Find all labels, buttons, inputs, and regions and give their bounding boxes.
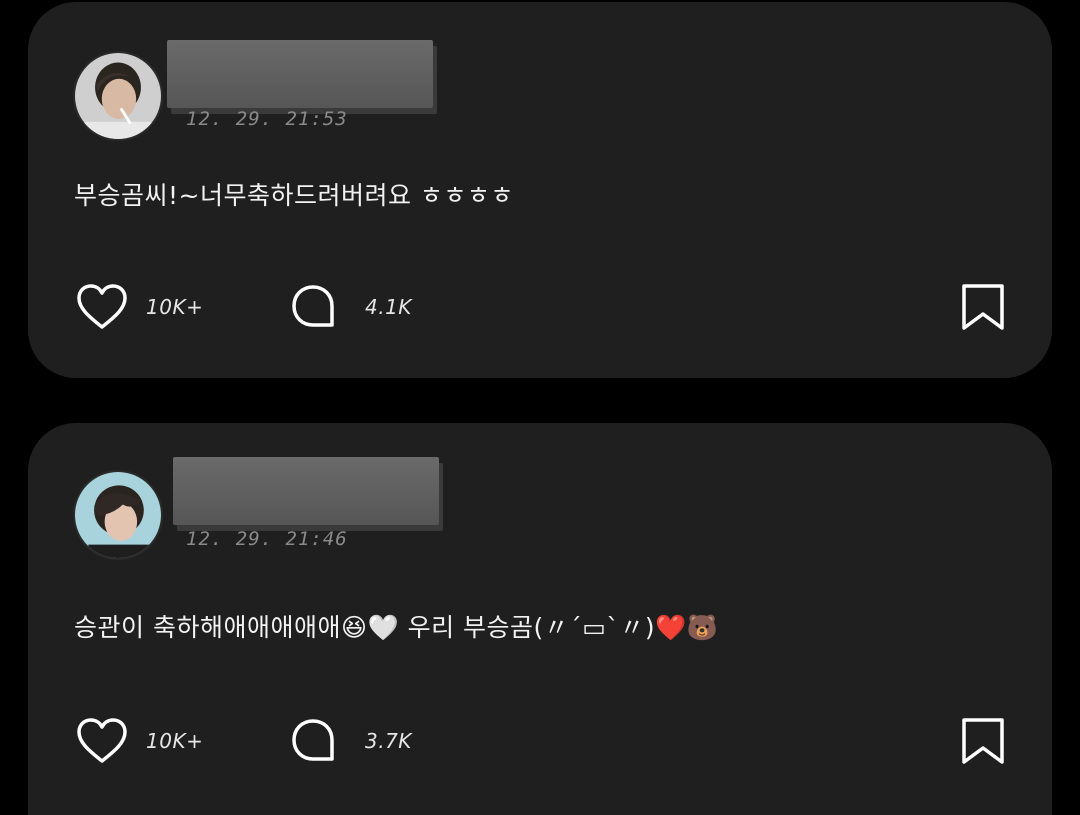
comment-count: 3.7K bbox=[365, 729, 412, 753]
like-button[interactable]: 10K+ bbox=[76, 716, 203, 766]
avatar[interactable] bbox=[73, 470, 163, 560]
post-actions: 10K+ 4.1K bbox=[76, 282, 1006, 332]
save-button[interactable] bbox=[960, 716, 1006, 766]
redacted-username bbox=[167, 40, 433, 108]
post-text: 승관이 축하해애애애애애😆🤍 우리 부승곰(〃´▭`〃)❤️🐻 bbox=[74, 613, 719, 642]
comment-button[interactable]: 3.7K bbox=[289, 716, 412, 766]
redacted-username bbox=[173, 457, 439, 525]
bookmark-outline-icon bbox=[962, 284, 1004, 330]
post-timestamp: 12. 29. 21:53 bbox=[186, 108, 348, 130]
heart-outline-icon bbox=[77, 284, 127, 329]
post-card: 12. 29. 21:46 승관이 축하해애애애애애😆🤍 우리 부승곰(〃´▭`… bbox=[28, 423, 1052, 815]
save-button[interactable] bbox=[960, 282, 1006, 332]
post-actions: 10K+ 3.7K bbox=[76, 716, 1006, 766]
speech-bubble-icon bbox=[292, 285, 334, 327]
post-text: 부승곰씨!~너무축하드려버려요 ㅎㅎㅎㅎ bbox=[74, 181, 514, 210]
post-card: 12. 29. 21:53 부승곰씨!~너무축하드려버려요 ㅎㅎㅎㅎ 10K+ … bbox=[28, 2, 1052, 378]
like-count: 10K+ bbox=[146, 295, 204, 319]
comment-count: 4.1K bbox=[365, 295, 412, 319]
bookmark-outline-icon bbox=[962, 718, 1004, 764]
like-count: 10K+ bbox=[146, 729, 204, 753]
heart-outline-icon bbox=[77, 718, 127, 763]
comment-button[interactable]: 4.1K bbox=[289, 282, 412, 332]
post-timestamp: 12. 29. 21:46 bbox=[186, 528, 348, 550]
speech-bubble-icon bbox=[292, 719, 334, 761]
avatar[interactable] bbox=[73, 51, 163, 141]
like-button[interactable]: 10K+ bbox=[76, 282, 203, 332]
